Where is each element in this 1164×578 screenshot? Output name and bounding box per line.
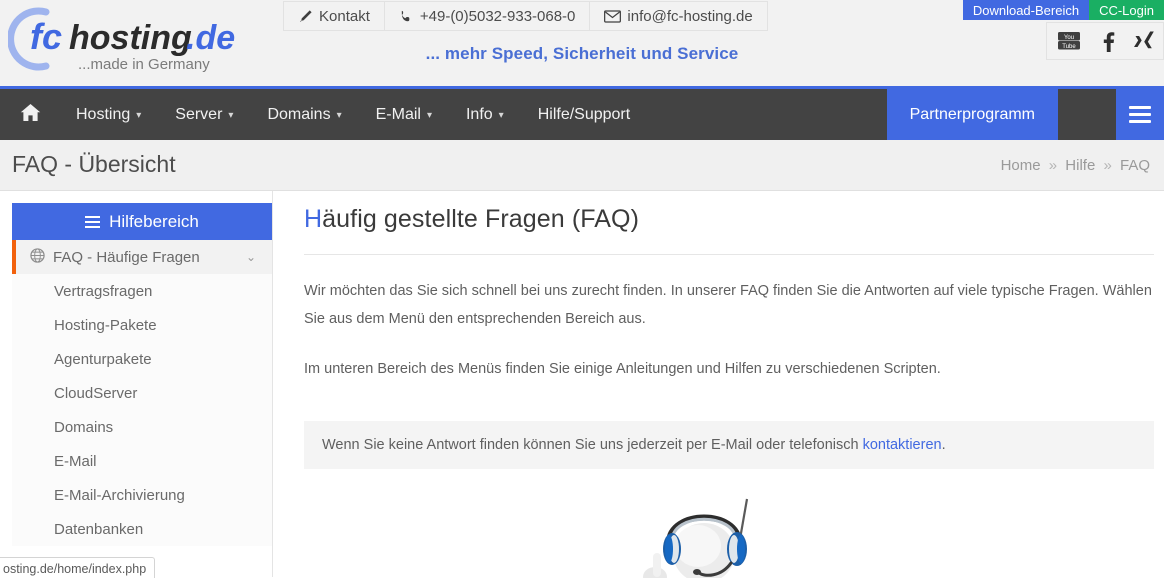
nav-label: E-Mail [375, 105, 421, 123]
social-links: You Tube [1046, 22, 1164, 60]
nav-home[interactable] [0, 89, 59, 140]
breadcrumb-hilfe[interactable]: Hilfe [1065, 157, 1095, 174]
sidebar-item-cloudserver[interactable]: CloudServer [12, 376, 272, 410]
nav-item-hosting[interactable]: Hosting ▾ [59, 89, 158, 140]
page-content: Hilfebereich FAQ - Häufige Fragen ⌄ Vert… [0, 191, 1164, 578]
sidebar-item-hosting-pakete[interactable]: Hosting-Pakete [12, 308, 272, 342]
nav-label: Hilfe/Support [537, 105, 631, 123]
page-header: FAQ - Übersicht Home » Hilfe » FAQ [0, 140, 1164, 191]
status-url: osting.de/home/index.php [3, 561, 147, 576]
heading-dropcap: H [304, 205, 323, 233]
phone-icon [399, 9, 414, 24]
browser-status-bar: osting.de/home/index.php [0, 557, 156, 578]
breadcrumb-separator: » [1048, 157, 1058, 174]
sidebar-item-label: Hosting-Pakete [54, 316, 157, 334]
cc-login-button[interactable]: CC-Login [1089, 0, 1164, 20]
nav-item-partnerprogramm[interactable]: Partnerprogramm [886, 89, 1058, 140]
chevron-down-icon: ▾ [426, 110, 432, 121]
breadcrumb-faq[interactable]: FAQ [1120, 157, 1150, 174]
secondary-paragraph: Im unteren Bereich des Menüs finden Sie … [304, 361, 941, 377]
svg-text:You: You [1064, 35, 1074, 41]
logo-graphic: fc hosting .de ...made in Germany [8, 7, 235, 73]
heading-rest: äufig gestellte Fragen (FAQ) [322, 205, 639, 233]
chevron-down-icon: ▾ [136, 110, 142, 121]
hamburger-menu-icon [85, 213, 101, 231]
nav-spacer [1058, 89, 1116, 140]
sidebar-item-label: Agenturpakete [54, 350, 152, 368]
kontaktieren-link[interactable]: kontaktieren [863, 437, 942, 453]
phone-label: +49-(0)5032-933-068-0 [419, 7, 576, 25]
email-link[interactable]: info@fc-hosting.de [589, 1, 768, 31]
support-headset-figure [643, 481, 773, 578]
chevron-down-icon: ⌄ [245, 250, 256, 264]
page-title: FAQ - Übersicht [12, 151, 176, 177]
nav-item-domains[interactable]: Domains ▾ [250, 89, 358, 140]
breadcrumb-home[interactable]: Home [1001, 157, 1041, 174]
top-contact-bar: Kontakt +49-(0)5032-933-068-0 info@fc-ho… [283, 1, 768, 31]
sidebar-item-label: E-Mail [54, 452, 97, 470]
xing-icon[interactable] [1133, 30, 1154, 52]
content-heading: Häufig gestellte Fragen (FAQ) [304, 205, 1154, 234]
top-buttons: Download-Bereich CC-Login [962, 0, 1164, 20]
nav-label: Hosting [76, 105, 131, 123]
sidebar-item-datenbanken[interactable]: Datenbanken [12, 512, 272, 546]
main-panel: Häufig gestellte Fragen (FAQ) Wir möchte… [273, 191, 1164, 578]
sidebar-menu: FAQ - Häufige Fragen ⌄ Vertragsfragen Ho… [12, 240, 272, 546]
top-bar: fc hosting .de ...made in Germany Kontak… [0, 0, 1164, 86]
sidebar-item-label: FAQ - Häufige Fragen [53, 248, 200, 266]
sidebar: Hilfebereich FAQ - Häufige Fragen ⌄ Vert… [0, 191, 273, 577]
email-label: info@fc-hosting.de [627, 7, 753, 25]
envelope-icon [604, 9, 622, 24]
breadcrumb: Home » Hilfe » FAQ [1001, 157, 1150, 174]
nav-label: Info [465, 105, 493, 123]
top-right-area: Download-Bereich CC-Login You Tube [934, 0, 1164, 86]
sidebar-header-label: Hilfebereich [109, 211, 199, 231]
sidebar-item-label: Vertragsfragen [54, 282, 153, 300]
site-logo[interactable]: fc hosting .de ...made in Germany [8, 2, 248, 76]
nav-item-email[interactable]: E-Mail ▾ [359, 89, 449, 140]
nav-item-server[interactable]: Server ▾ [158, 89, 250, 140]
nav-right: Partnerprogramm [886, 89, 1164, 140]
sidebar-header[interactable]: Hilfebereich [12, 203, 272, 240]
sidebar-item-label: E-Mail-Archivierung [54, 486, 185, 504]
globe-icon [30, 247, 45, 267]
chevron-down-icon: ▾ [228, 110, 234, 121]
facebook-icon[interactable] [1101, 30, 1115, 52]
sidebar-item-vertragsfragen[interactable]: Vertragsfragen [12, 274, 272, 308]
sidebar-item-label: Domains [54, 418, 114, 436]
home-icon [20, 103, 41, 127]
nav-left: Hosting ▾ Server ▾ Domains ▾ E-Mail ▾ In… [0, 89, 647, 140]
nav-menu-toggle[interactable] [1116, 89, 1164, 140]
hamburger-menu-icon [1129, 102, 1151, 127]
note-text-after: . [941, 437, 946, 453]
support-mascot-graphic [643, 498, 749, 578]
sidebar-item-faq[interactable]: FAQ - Häufige Fragen ⌄ [12, 240, 272, 274]
chevron-down-icon: ▾ [336, 110, 342, 121]
breadcrumb-separator: » [1103, 157, 1112, 174]
chevron-down-icon: ▾ [498, 110, 504, 121]
sidebar-item-email-archivierung[interactable]: E-Mail-Archivierung [12, 478, 272, 512]
note-text-before: Wenn Sie keine Antwort finden können Sie… [322, 437, 863, 453]
sidebar-item-email[interactable]: E-Mail [12, 444, 272, 478]
heading-divider [304, 254, 1154, 255]
sidebar-item-domains[interactable]: Domains [12, 410, 272, 444]
sidebar-item-label: Datenbanken [54, 520, 144, 538]
youtube-icon[interactable]: You Tube [1056, 31, 1082, 51]
phone-link[interactable]: +49-(0)5032-933-068-0 [383, 1, 591, 31]
nav-item-info[interactable]: Info ▾ [449, 89, 521, 140]
download-bereich-button[interactable]: Download-Bereich [962, 0, 1090, 20]
nav-item-hilfe-support[interactable]: Hilfe/Support [521, 89, 648, 140]
intro-paragraph: Wir möchten das Sie sich schnell bei uns… [304, 283, 1152, 327]
pencil-icon [298, 9, 313, 24]
contact-label: Kontakt [319, 7, 370, 25]
contact-link[interactable]: Kontakt [283, 1, 385, 31]
nav-label: Domains [267, 105, 331, 123]
contact-note: Wenn Sie keine Antwort finden können Sie… [304, 421, 1154, 469]
main-navigation: Hosting ▾ Server ▾ Domains ▾ E-Mail ▾ In… [0, 86, 1164, 140]
sidebar-item-label: CloudServer [54, 384, 138, 402]
nav-label: Server [175, 105, 223, 123]
svg-text:Tube: Tube [1063, 44, 1077, 50]
sidebar-item-agenturpakete[interactable]: Agenturpakete [12, 342, 272, 376]
